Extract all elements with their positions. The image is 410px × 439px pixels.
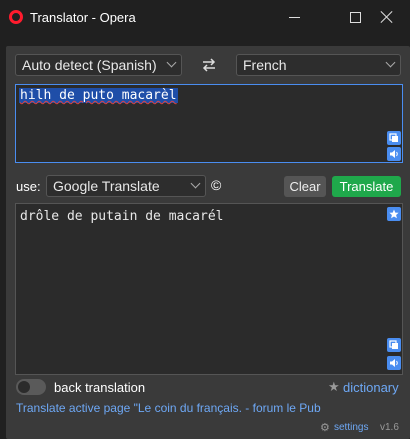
speak-source-button[interactable]: [387, 147, 401, 161]
back-translation-label: back translation: [54, 380, 146, 395]
star-icon: [389, 209, 399, 219]
clear-button[interactable]: Clear: [284, 176, 326, 197]
favorite-button[interactable]: [387, 207, 401, 221]
dictionary-link[interactable]: dictionary: [343, 380, 399, 395]
star-icon: ★: [328, 379, 340, 394]
chevron-down-icon: [166, 57, 177, 68]
translate-button[interactable]: Translate: [332, 176, 401, 197]
speaker-icon: [390, 359, 398, 367]
source-text: hilh de puto macarèl: [19, 88, 178, 103]
back-translation-toggle[interactable]: [16, 379, 46, 395]
source-language-value: Auto detect (Spanish): [22, 57, 157, 73]
close-icon: [380, 10, 394, 24]
speaker-icon: [390, 150, 398, 158]
close-button[interactable]: [364, 0, 410, 34]
minimize-icon: [288, 16, 300, 18]
source-language-select[interactable]: Auto detect (Spanish): [15, 54, 182, 76]
gear-icon: ⚙: [320, 422, 330, 434]
title-bar[interactable]: Translator - Opera: [0, 0, 410, 34]
target-language-value: French: [243, 57, 287, 73]
swap-arrows-icon: [202, 58, 216, 72]
translated-text: drôle de putain de macarél: [20, 209, 224, 224]
copy-source-button[interactable]: [387, 131, 401, 145]
translator-panel: Auto detect (Spanish) French hilh de put…: [6, 46, 410, 439]
target-language-select[interactable]: French: [236, 54, 401, 76]
chevron-down-icon: [190, 178, 201, 189]
translate-page-link[interactable]: Translate active page "Le coin du frança…: [16, 401, 406, 415]
engine-select[interactable]: Google Translate: [46, 175, 206, 197]
chevron-down-icon: [385, 57, 396, 68]
copy-icon: [389, 133, 398, 142]
source-text-input[interactable]: hilh de puto macarèl: [15, 84, 403, 163]
settings-link[interactable]: settings: [334, 422, 368, 433]
copy-output-button[interactable]: [387, 338, 401, 352]
copy-icon: [389, 340, 398, 349]
swap-languages-button[interactable]: [191, 53, 227, 77]
translation-output[interactable]: drôle de putain de macarél: [15, 203, 403, 375]
maximize-icon: [349, 11, 361, 23]
opera-icon: [9, 10, 23, 24]
engine-label: use:: [16, 179, 41, 194]
copyright-icon[interactable]: ©: [211, 177, 221, 193]
engine-value: Google Translate: [53, 178, 160, 194]
speak-output-button[interactable]: [387, 356, 401, 370]
minimize-button[interactable]: [271, 0, 317, 34]
window-title: Translator - Opera: [30, 10, 136, 25]
toggle-knob: [18, 381, 30, 393]
version-label: v1.6: [380, 422, 399, 433]
